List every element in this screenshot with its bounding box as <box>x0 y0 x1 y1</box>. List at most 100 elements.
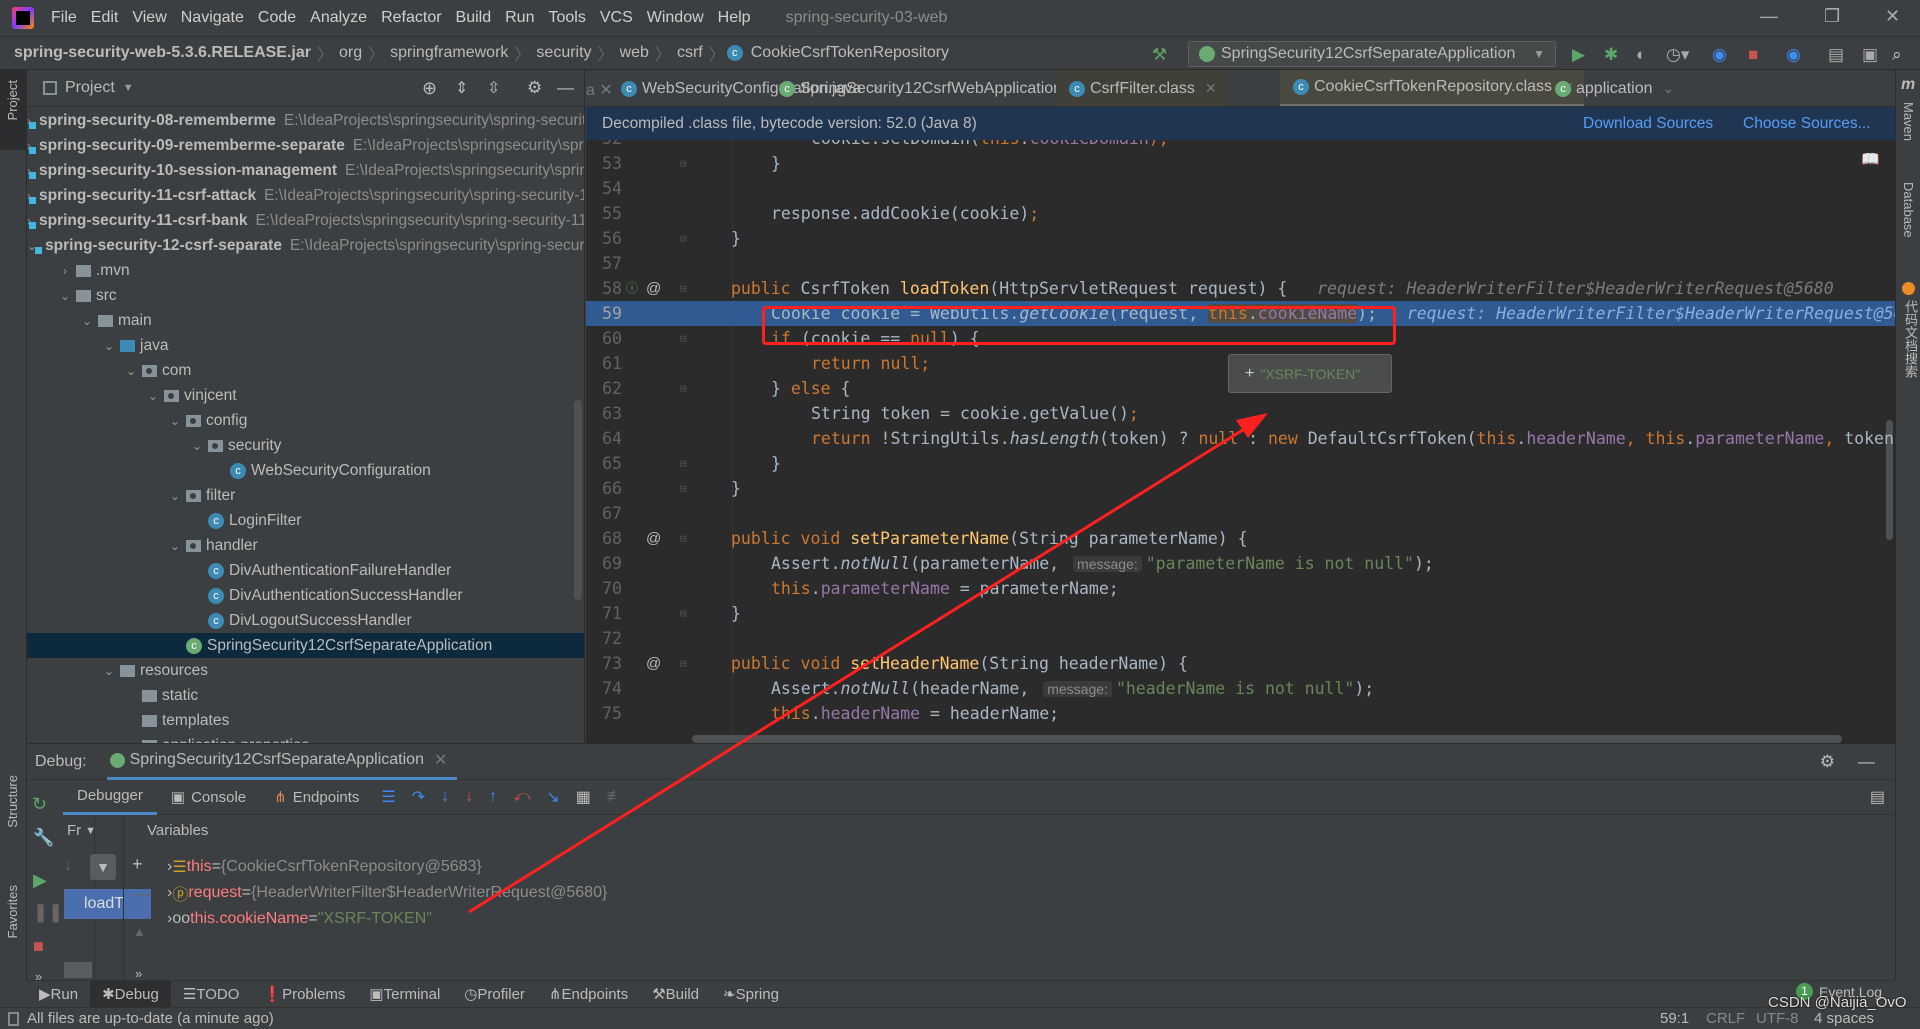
menu-view[interactable]: View <box>125 9 173 27</box>
chevron-down-icon[interactable]: ⌄ <box>123 364 139 378</box>
breadcrumb-item[interactable]: web <box>616 44 653 62</box>
stop-icon[interactable]: ■ <box>1748 45 1758 65</box>
menu-file[interactable]: File <box>44 9 84 27</box>
force-step-into-icon[interactable]: ↓ <box>465 788 473 806</box>
move-up-icon[interactable]: ▲ <box>133 924 146 939</box>
coverage-icon[interactable]: ◐ <box>1636 45 1646 65</box>
code-line[interactable]: 63 String token = cookie.getValue(); <box>586 401 1895 426</box>
fold-marker-icon[interactable]: ⊟ <box>680 151 687 176</box>
menu-analyze[interactable]: Analyze <box>303 9 374 27</box>
code-line[interactable]: 67 <box>586 501 1895 526</box>
run-configuration-select[interactable]: SpringSecurity12CsrfSeparateApplication … <box>1188 41 1556 67</box>
menu-vcs[interactable]: VCS <box>593 9 640 27</box>
download-sources-link[interactable]: Download Sources <box>1583 115 1713 133</box>
line-number[interactable]: 56 <box>586 226 622 251</box>
tree-item[interactable]: c WebSecurityConfiguration <box>27 458 584 483</box>
variable-row[interactable]: › ☰ this = {CookieCsrfTokenRepository@56… <box>167 854 482 880</box>
fold-marker-icon[interactable]: ⊟ <box>680 451 687 476</box>
choose-sources-link[interactable]: Choose Sources... <box>1743 115 1871 133</box>
tree-item[interactable]: ⌄ config <box>27 408 584 433</box>
drop-frame-icon[interactable]: ⤺ <box>513 788 530 806</box>
code-line[interactable]: 55 response.addCookie(cookie); <box>586 201 1895 226</box>
expand-plus-icon[interactable]: + <box>1245 365 1254 383</box>
line-number[interactable]: 54 <box>586 176 622 201</box>
line-number[interactable]: 58 <box>586 276 622 301</box>
run-to-cursor-icon[interactable]: ↘ <box>546 787 559 807</box>
line-number[interactable]: 65 <box>586 451 622 476</box>
line-number[interactable]: 72 <box>586 626 622 651</box>
chevron-down-icon[interactable]: ▼ <box>123 82 134 94</box>
code-line[interactable]: 58 ⓘ @ ⊟ public CsrfToken loadToken(HttpServ… <box>586 276 1895 301</box>
search-icon[interactable]: ⌕ <box>1892 45 1902 65</box>
structure-tool-button[interactable]: Structure <box>5 775 20 828</box>
chevron-down-icon[interactable]: ⌄ <box>1663 80 1675 97</box>
tool-window-profiler[interactable]: ◷ Profiler <box>452 981 537 1008</box>
tree-item[interactable]: static <box>27 683 584 708</box>
variable-row[interactable]: › ⓟ request = {HeaderWriterFilter$Header… <box>167 880 607 906</box>
close-icon[interactable]: ✕ <box>1205 80 1217 97</box>
gear-icon[interactable]: ⚙ <box>527 78 542 98</box>
tab-cookiecsrftokenrepository-class[interactable]: cCookieCsrfTokenRepository.class✕ <box>1280 70 1584 106</box>
code-line[interactable]: 66 ⊟} <box>586 476 1895 501</box>
fold-marker-icon[interactable]: ⊟ <box>680 226 687 251</box>
indent-setting[interactable]: 4 spaces <box>1814 1010 1874 1027</box>
code-line[interactable]: 69 Assert.notNull(parameterName, message:… <box>586 551 1895 576</box>
remove-watch-icon[interactable]: — <box>133 886 149 904</box>
tree-item[interactable]: › spring-security-09-rememberme-separate E… <box>27 133 584 158</box>
maven-tool-button[interactable]: Maven <box>1901 102 1916 141</box>
close-button[interactable]: ✕ <box>1885 6 1900 27</box>
tool-window-debug[interactable]: ✱ Debug <box>90 980 171 1008</box>
line-number[interactable]: 68 <box>586 526 622 551</box>
arrow-down-icon[interactable]: ↓ <box>64 857 72 875</box>
chevron-down-icon[interactable]: ⌄ <box>167 489 183 503</box>
layout-icon[interactable]: ▤ <box>1870 787 1885 807</box>
line-number[interactable]: 75 <box>586 701 622 726</box>
line-number[interactable]: 60 <box>586 326 622 351</box>
tree-item[interactable]: › .mvn <box>27 258 584 283</box>
hide-icon[interactable]: — <box>557 78 574 98</box>
tab-console[interactable]: ▣ Console <box>157 780 260 815</box>
tree-item[interactable]: c SpringSecurity12CsrfSeparateApplication <box>27 633 584 658</box>
line-number[interactable]: 57 <box>586 251 622 276</box>
project-view-select[interactable]: Project <box>65 79 115 97</box>
chevron-down-icon[interactable]: ⌄ <box>101 339 117 353</box>
code-line[interactable]: 56 ⊟} <box>586 226 1895 251</box>
locate-icon[interactable]: ⊕ <box>422 78 437 99</box>
code-line[interactable]: 65 ⊟} <box>586 451 1895 476</box>
tree-item[interactable]: ⌄ security <box>27 433 584 458</box>
debug-bug-icon[interactable]: ✱ <box>1604 45 1618 65</box>
tree-item[interactable]: application.properties <box>27 733 584 743</box>
line-number[interactable]: 66 <box>586 476 622 501</box>
line-number[interactable]: 52 <box>586 140 622 151</box>
editor-horizontal-scrollbar[interactable] <box>692 735 1842 743</box>
tree-item[interactable]: templates <box>27 708 584 733</box>
menu-tools[interactable]: Tools <box>541 9 592 27</box>
code-line[interactable]: 52 cookie.setDomain(this.cookieDomain); <box>586 140 1895 151</box>
breadcrumb-item[interactable]: CookieCsrfTokenRepository <box>747 44 953 62</box>
debug-session-tab[interactable]: SpringSecurity12CsrfSeparateApplication … <box>106 744 458 780</box>
tab-endpoints[interactable]: ⋔ Endpoints <box>260 780 373 815</box>
frames-header[interactable]: Fr ▼ <box>67 822 96 839</box>
variable-row[interactable]: › oo this.cookieName = "XSRF-TOKEN" <box>167 906 432 932</box>
menu-edit[interactable]: Edit <box>84 9 126 27</box>
tree-item[interactable]: ⌄ main <box>27 308 584 333</box>
implements-method-icon[interactable]: ⓘ <box>626 276 638 301</box>
line-number[interactable]: 73 <box>586 651 622 676</box>
close-icon[interactable]: ✕ <box>434 750 447 770</box>
database-tool-button[interactable]: Database <box>1901 182 1916 238</box>
chevron-down-icon[interactable]: ⌄ <box>79 314 95 328</box>
maximize-button[interactable]: ❐ <box>1824 6 1840 27</box>
menu-run[interactable]: Run <box>498 9 541 27</box>
chevron-right-icon[interactable]: › <box>57 264 73 278</box>
tree-item[interactable]: › spring-security-08-rememberme E:\IdeaPro… <box>27 108 584 133</box>
tab-csrffilter-class[interactable]: c CsrfFilter.class ✕ <box>1056 70 1227 106</box>
step-out-icon[interactable]: ↑ <box>489 788 497 806</box>
project-tool-button[interactable]: Project <box>5 80 20 120</box>
breadcrumb-item[interactable]: csrf <box>673 44 707 62</box>
fold-marker-icon[interactable]: ⊟ <box>680 376 687 401</box>
tree-item[interactable]: ⌄ filter <box>27 483 584 508</box>
line-number[interactable]: 53 <box>586 151 622 176</box>
project-structure-icon[interactable]: ▤ <box>1828 45 1844 65</box>
tree-item[interactable]: › spring-security-10-session-management E:… <box>27 158 584 183</box>
code-line[interactable]: 70 this.parameterName = parameterName; <box>586 576 1895 601</box>
